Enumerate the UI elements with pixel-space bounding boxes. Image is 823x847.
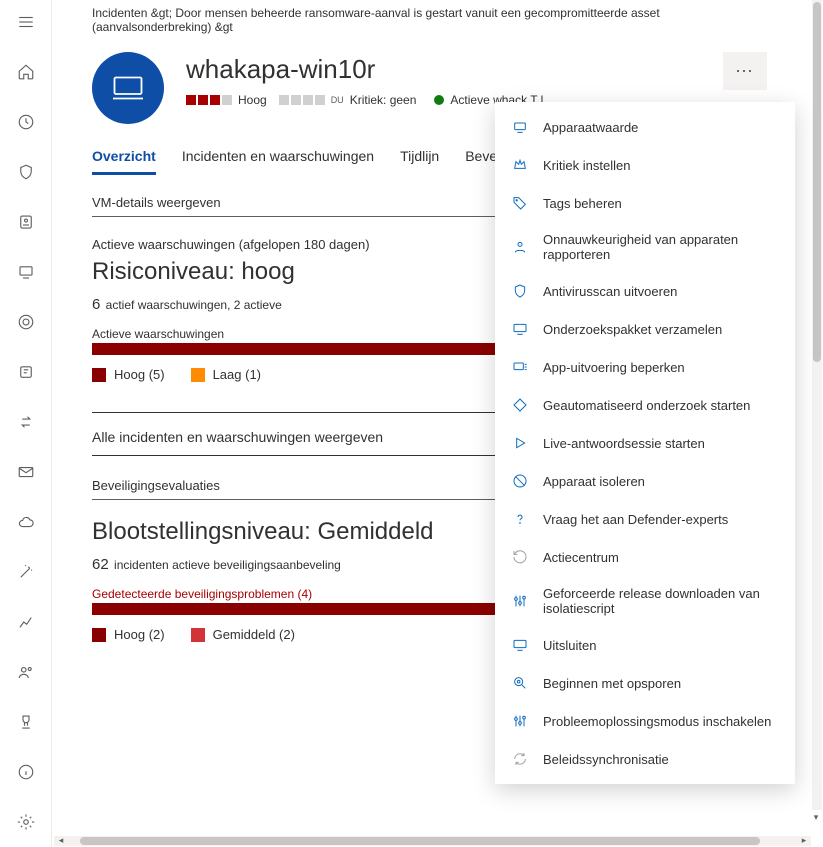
trophy-icon[interactable] bbox=[10, 706, 42, 738]
play-icon bbox=[511, 434, 529, 452]
menu-item-16[interactable]: Beleidssynchronisatie bbox=[495, 740, 795, 778]
menu-item-14[interactable]: Beginnen met opsporen bbox=[495, 664, 795, 702]
wand-icon[interactable] bbox=[10, 556, 42, 588]
home-icon[interactable] bbox=[10, 56, 42, 88]
menu-item-4[interactable]: Antivirusscan uitvoeren bbox=[495, 272, 795, 310]
active-dot-icon bbox=[434, 95, 444, 105]
legend-swatch bbox=[92, 628, 106, 642]
menu-item-label: Onnauwkeurigheid van apparaten rapporter… bbox=[543, 232, 779, 262]
hunt-icon bbox=[511, 674, 529, 692]
shield-icon[interactable] bbox=[10, 156, 42, 188]
scroll-right-arrow-icon[interactable]: ▸ bbox=[799, 835, 809, 845]
menu-item-6[interactable]: App-uitvoering beperken bbox=[495, 348, 795, 386]
menu-item-label: Beleidssynchronisatie bbox=[543, 752, 669, 767]
criticality-squares bbox=[279, 95, 325, 105]
menu-item-label: Onderzoekspakket verzamelen bbox=[543, 322, 722, 337]
mail-icon[interactable] bbox=[10, 456, 42, 488]
vertical-scrollbar-thumb[interactable] bbox=[813, 2, 821, 362]
info-icon[interactable] bbox=[10, 756, 42, 788]
people-icon[interactable] bbox=[10, 656, 42, 688]
menu-item-label: Apparaatwaarde bbox=[543, 120, 638, 135]
menu-item-label: Actiecentrum bbox=[543, 550, 619, 565]
hamburger-icon[interactable] bbox=[10, 6, 42, 38]
breadcrumb[interactable]: Incidenten &gt; Door mensen beheerde ran… bbox=[52, 0, 811, 40]
menu-item-label: Geforceerde release downloaden van isola… bbox=[543, 586, 779, 616]
menu-item-13[interactable]: Uitsluiten bbox=[495, 626, 795, 664]
menu-item-label: Kritiek instellen bbox=[543, 158, 630, 173]
menu-item-1[interactable]: Kritiek instellen bbox=[495, 146, 795, 184]
menu-item-label: App-uitvoering beperken bbox=[543, 360, 685, 375]
scroll-down-arrow-icon[interactable]: ▾ bbox=[811, 812, 821, 822]
menu-item-9[interactable]: Apparaat isoleren bbox=[495, 462, 795, 500]
legend-swatch bbox=[92, 368, 106, 382]
scroll-left-arrow-icon[interactable]: ◂ bbox=[56, 835, 66, 845]
menu-item-0[interactable]: Apparaatwaarde bbox=[495, 108, 795, 146]
severity-squares bbox=[186, 95, 232, 105]
sliders-icon bbox=[511, 592, 529, 610]
menu-item-3[interactable]: Onnauwkeurigheid van apparaten rapporter… bbox=[495, 222, 795, 272]
shield-icon bbox=[511, 282, 529, 300]
menu-item-5[interactable]: Onderzoekspakket verzamelen bbox=[495, 310, 795, 348]
actions-context-menu: Apparaatwaarde Kritiek instellen Tags behe… bbox=[495, 102, 795, 784]
tab-timeline[interactable]: Tijdlijn bbox=[400, 148, 439, 175]
menu-item-label: Geautomatiseerd onderzoek starten bbox=[543, 398, 750, 413]
horizontal-scrollbar-thumb[interactable] bbox=[80, 837, 760, 845]
tab-incidents[interactable]: Incidenten en waarschuwingen bbox=[182, 148, 374, 175]
legend-swatch bbox=[191, 628, 205, 642]
cloud-icon[interactable] bbox=[10, 506, 42, 538]
clock-icon[interactable] bbox=[10, 106, 42, 138]
crown-icon bbox=[511, 156, 529, 174]
menu-item-10[interactable]: Vraag het aan Defender-experts bbox=[495, 500, 795, 538]
menu-item-8[interactable]: Live-antwoordsessie starten bbox=[495, 424, 795, 462]
person-icon bbox=[511, 238, 529, 256]
chart-icon[interactable] bbox=[10, 606, 42, 638]
main-panel: Incidenten &gt; Door mensen beheerde ran… bbox=[52, 0, 823, 847]
sync-icon bbox=[511, 750, 529, 768]
menu-item-11[interactable]: Actiecentrum bbox=[495, 538, 795, 576]
swap-icon[interactable] bbox=[10, 406, 42, 438]
menu-item-12[interactable]: Geforceerde release downloaden van isola… bbox=[495, 576, 795, 626]
question-icon bbox=[511, 510, 529, 528]
menu-item-label: Apparaat isoleren bbox=[543, 474, 645, 489]
settings-icon[interactable] bbox=[10, 806, 42, 838]
menu-item-label: Probleemoplossingsmodus inschakelen bbox=[543, 714, 771, 729]
legend-swatch bbox=[191, 368, 205, 382]
menu-item-7[interactable]: Geautomatiseerd onderzoek starten bbox=[495, 386, 795, 424]
menu-item-label: Live-antwoordsessie starten bbox=[543, 436, 705, 451]
menu-item-label: Uitsluiten bbox=[543, 638, 596, 653]
history-icon bbox=[511, 548, 529, 566]
menu-item-label: Beginnen met opsporen bbox=[543, 676, 681, 691]
superscript: DU bbox=[331, 95, 344, 105]
sliders-icon bbox=[511, 712, 529, 730]
restrict-icon bbox=[511, 358, 529, 376]
severity-label: Hoog bbox=[238, 93, 267, 107]
tag-icon bbox=[511, 194, 529, 212]
menu-item-label: Vraag het aan Defender-experts bbox=[543, 512, 728, 527]
tab-overview[interactable]: Overzicht bbox=[92, 148, 156, 175]
monitor-icon bbox=[511, 320, 529, 338]
badge-icon[interactable] bbox=[10, 356, 42, 388]
menu-item-15[interactable]: Probleemoplossingsmodus inschakelen bbox=[495, 702, 795, 740]
menu-item-label: Antivirusscan uitvoeren bbox=[543, 284, 677, 299]
more-actions-button[interactable]: ⋯ bbox=[723, 52, 767, 90]
lock-icon[interactable] bbox=[10, 306, 42, 338]
left-nav-rail bbox=[0, 0, 52, 847]
scan-icon[interactable] bbox=[10, 206, 42, 238]
value-icon bbox=[511, 118, 529, 136]
device-title: whakapa-win10r bbox=[186, 54, 701, 85]
device-avatar bbox=[92, 52, 164, 124]
screen-icon[interactable] bbox=[10, 256, 42, 288]
diamond-icon bbox=[511, 396, 529, 414]
isolate-icon bbox=[511, 472, 529, 490]
menu-item-2[interactable]: Tags beheren bbox=[495, 184, 795, 222]
monitor-icon bbox=[511, 636, 529, 654]
criticality-label: Kritiek: geen bbox=[350, 93, 417, 107]
menu-item-label: Tags beheren bbox=[543, 196, 622, 211]
